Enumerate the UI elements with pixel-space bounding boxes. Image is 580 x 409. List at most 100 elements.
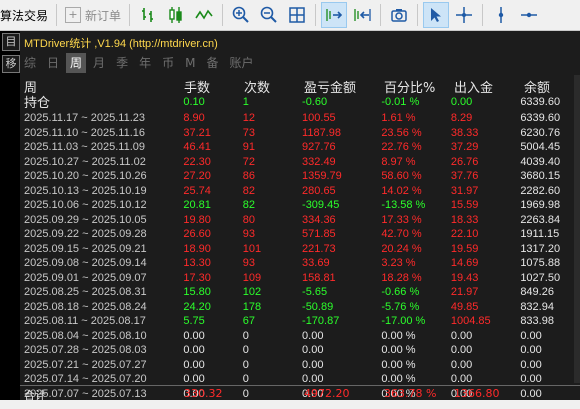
table-row[interactable]: 2025.09.01 ~ 2025.09.07 17.30 109 158.81 18.… (20, 271, 580, 286)
table-row[interactable]: 2025.10.06 ~ 2025.10.12 20.81 82 -309.45 -13… (20, 198, 580, 213)
table-row[interactable]: 2025.07.21 ~ 2025.07.27 0.00 0 0.00 0.00 % 0.… (20, 358, 580, 373)
table-row[interactable]: 2025.10.20 ~ 2025.10.26 27.20 86 1359.79 58.… (20, 169, 580, 184)
cell-count: 0 (242, 358, 249, 371)
table-row[interactable]: 2025.08.18 ~ 2025.08.24 24.20 178 -50.89 -5.… (20, 300, 580, 315)
zoom-out-icon[interactable] (257, 3, 281, 27)
cell-balance: 1075.88 (520, 257, 561, 270)
tile-windows-icon[interactable] (285, 3, 309, 27)
cell-balance: 1911.15 (520, 228, 560, 241)
cell-count: 178 (242, 300, 262, 313)
left-strip-button-2[interactable]: 移 (2, 55, 20, 73)
tab-currency[interactable]: 币 (158, 53, 178, 73)
tab-quarter[interactable]: 季 (112, 53, 132, 73)
table-row[interactable]: 2025.09.15 ~ 2025.09.21 18.90 101 221.73 20.… (20, 242, 580, 257)
cell-flow: 0.00 (450, 344, 473, 357)
cursor-icon[interactable] (423, 2, 450, 28)
toolbar-separator (380, 4, 382, 26)
cell-lots: 5.75 (183, 315, 205, 328)
cell-pct: 0.00 % (381, 329, 416, 342)
table-row[interactable]: 2025.10.27 ~ 2025.11.02 22.30 72 332.49 8.97… (20, 155, 580, 170)
tab-note[interactable]: 备 (202, 53, 222, 73)
cell-flow: 0.00 (450, 329, 473, 342)
screenshot-icon[interactable] (387, 3, 411, 27)
cell-balance: 4039.40 (520, 155, 561, 168)
vertical-line-icon[interactable] (489, 3, 513, 27)
table-row[interactable]: 2025.11.17 ~ 2025.11.23 8.90 12 100.55 1.61 … (20, 111, 580, 126)
cell-label: 2025.11.17 ~ 2025.11.23 (24, 112, 146, 125)
cell-label: 2025.10.13 ~ 2025.10.19 (24, 184, 147, 197)
stats-panel: MTDriver统计 ,V1.94 (http://mtdriver.cn) 综… (20, 31, 580, 409)
table-row[interactable]: 2025.09.22 ~ 2025.09.28 26.60 93 571.85 42.7… (20, 227, 580, 242)
tab-year[interactable]: 年 (135, 53, 155, 73)
table-row[interactable]: 2025.10.13 ~ 2025.10.19 25.74 82 280.65 14.0… (20, 184, 580, 199)
tab-magic[interactable]: M (181, 53, 199, 73)
total-pct: 363.78 % (384, 387, 437, 400)
cell-pnl: 0.00 (302, 358, 324, 371)
cell-balance: 0.00 (520, 344, 542, 357)
cell-pct: 23.56 % (381, 126, 422, 139)
chart-shift-icon[interactable] (350, 3, 374, 27)
tab-account[interactable]: 账户 (225, 53, 257, 73)
cell-flow: 49.85 (450, 300, 479, 313)
cell-flow: 26.76 (450, 155, 479, 168)
table-row[interactable]: 2025.08.04 ~ 2025.08.10 0.00 0 0.00 0.00 % 0.… (20, 329, 580, 344)
left-strip-button-1[interactable]: 目 (2, 33, 20, 51)
cell-label: 2025.10.27 ~ 2025.11.02 (24, 155, 146, 168)
zoom-in-icon[interactable] (229, 3, 253, 27)
position-row[interactable]: 持仓 0.10 1 -0.60 -0.01 % 0.00 6339.60 (20, 92, 580, 111)
tab-month[interactable]: 月 (89, 53, 109, 73)
cell-balance: 833.98 (520, 315, 554, 328)
candlestick-icon[interactable] (164, 3, 188, 27)
tab-day[interactable]: 日 (43, 53, 63, 73)
cell-count: 72 (242, 155, 256, 168)
cell-lots: 0.00 (183, 344, 205, 357)
cell-label: 2025.09.29 ~ 2025.10.05 (24, 213, 147, 226)
line-chart-icon[interactable] (192, 3, 216, 27)
table-row[interactable]: 2025.09.08 ~ 2025.09.14 13.30 93 33.69 3.23 … (20, 256, 580, 271)
bar-chart-icon[interactable] (136, 3, 160, 27)
cell-balance: 3680.15 (520, 170, 561, 183)
cell-pct: 17.33 % (381, 213, 422, 226)
algo-trading-button[interactable]: 算法交易 (0, 2, 52, 28)
cell-count: 1 (242, 95, 249, 108)
cell-label: 2025.11.10 ~ 2025.11.16 (24, 126, 146, 139)
cell-balance: 6339.60 (520, 112, 561, 125)
vertical-scrollbar[interactable] (574, 75, 580, 383)
horizontal-line-icon[interactable] (517, 3, 541, 27)
cell-count: 101 (242, 242, 262, 255)
cell-lots: 27.20 (183, 170, 211, 183)
cell-pnl: 1187.98 (302, 126, 341, 139)
cell-pnl: 33.69 (302, 257, 330, 270)
cell-flow: 15.59 (450, 199, 479, 212)
cell-pct: -13.58 % (381, 199, 426, 212)
table-row[interactable]: 2025.09.29 ~ 2025.10.05 19.80 80 334.36 17.3… (20, 213, 580, 228)
cell-pnl: -0.60 (302, 95, 328, 108)
tab-summary[interactable]: 综 (20, 53, 40, 73)
cell-lots: 0.00 (183, 358, 205, 371)
cell-pct: 1.61 % (381, 112, 416, 125)
cell-lots: 20.81 (183, 199, 211, 212)
cell-pct: 3.23 % (381, 257, 416, 270)
cell-pct: -0.66 % (381, 286, 420, 299)
table-row[interactable]: 2025.11.03 ~ 2025.11.09 46.41 91 927.76 22.7… (20, 140, 580, 155)
toolbar-separator (56, 4, 58, 26)
cell-count: 0 (242, 344, 249, 357)
cell-pnl: 221.73 (302, 242, 336, 255)
cell-label: 2025.08.18 ~ 2025.08.24 (24, 300, 147, 313)
table-row[interactable]: 2025.07.28 ~ 2025.08.03 0.00 0 0.00 0.00 % 0.… (20, 343, 580, 358)
table-row[interactable]: 2025.11.10 ~ 2025.11.16 37.21 73 1187.98 23.… (20, 126, 580, 141)
table-row[interactable]: 2025.08.11 ~ 2025.08.17 5.75 67 -170.87 -17.… (20, 314, 580, 329)
new-order-button[interactable]: + 新订单 (61, 2, 125, 28)
cell-balance: 1317.20 (520, 242, 561, 255)
crosshair-icon[interactable] (452, 3, 476, 27)
cell-pnl: 927.76 (302, 141, 336, 154)
autoscroll-icon[interactable] (321, 2, 348, 28)
table-row[interactable]: 2025.08.25 ~ 2025.08.31 15.80 102 -5.65 -0.6… (20, 285, 580, 300)
cell-pnl: 1359.79 (302, 170, 342, 183)
toolbar-separator (222, 4, 224, 26)
cell-balance: 1969.98 (520, 199, 561, 212)
tab-week[interactable]: 周 (66, 53, 87, 73)
period-tabs: 综 日 周 月 季 年 币 M 备 账户 (20, 53, 261, 75)
cell-pct: -17.00 % (381, 315, 426, 328)
plus-icon: + (65, 7, 82, 23)
